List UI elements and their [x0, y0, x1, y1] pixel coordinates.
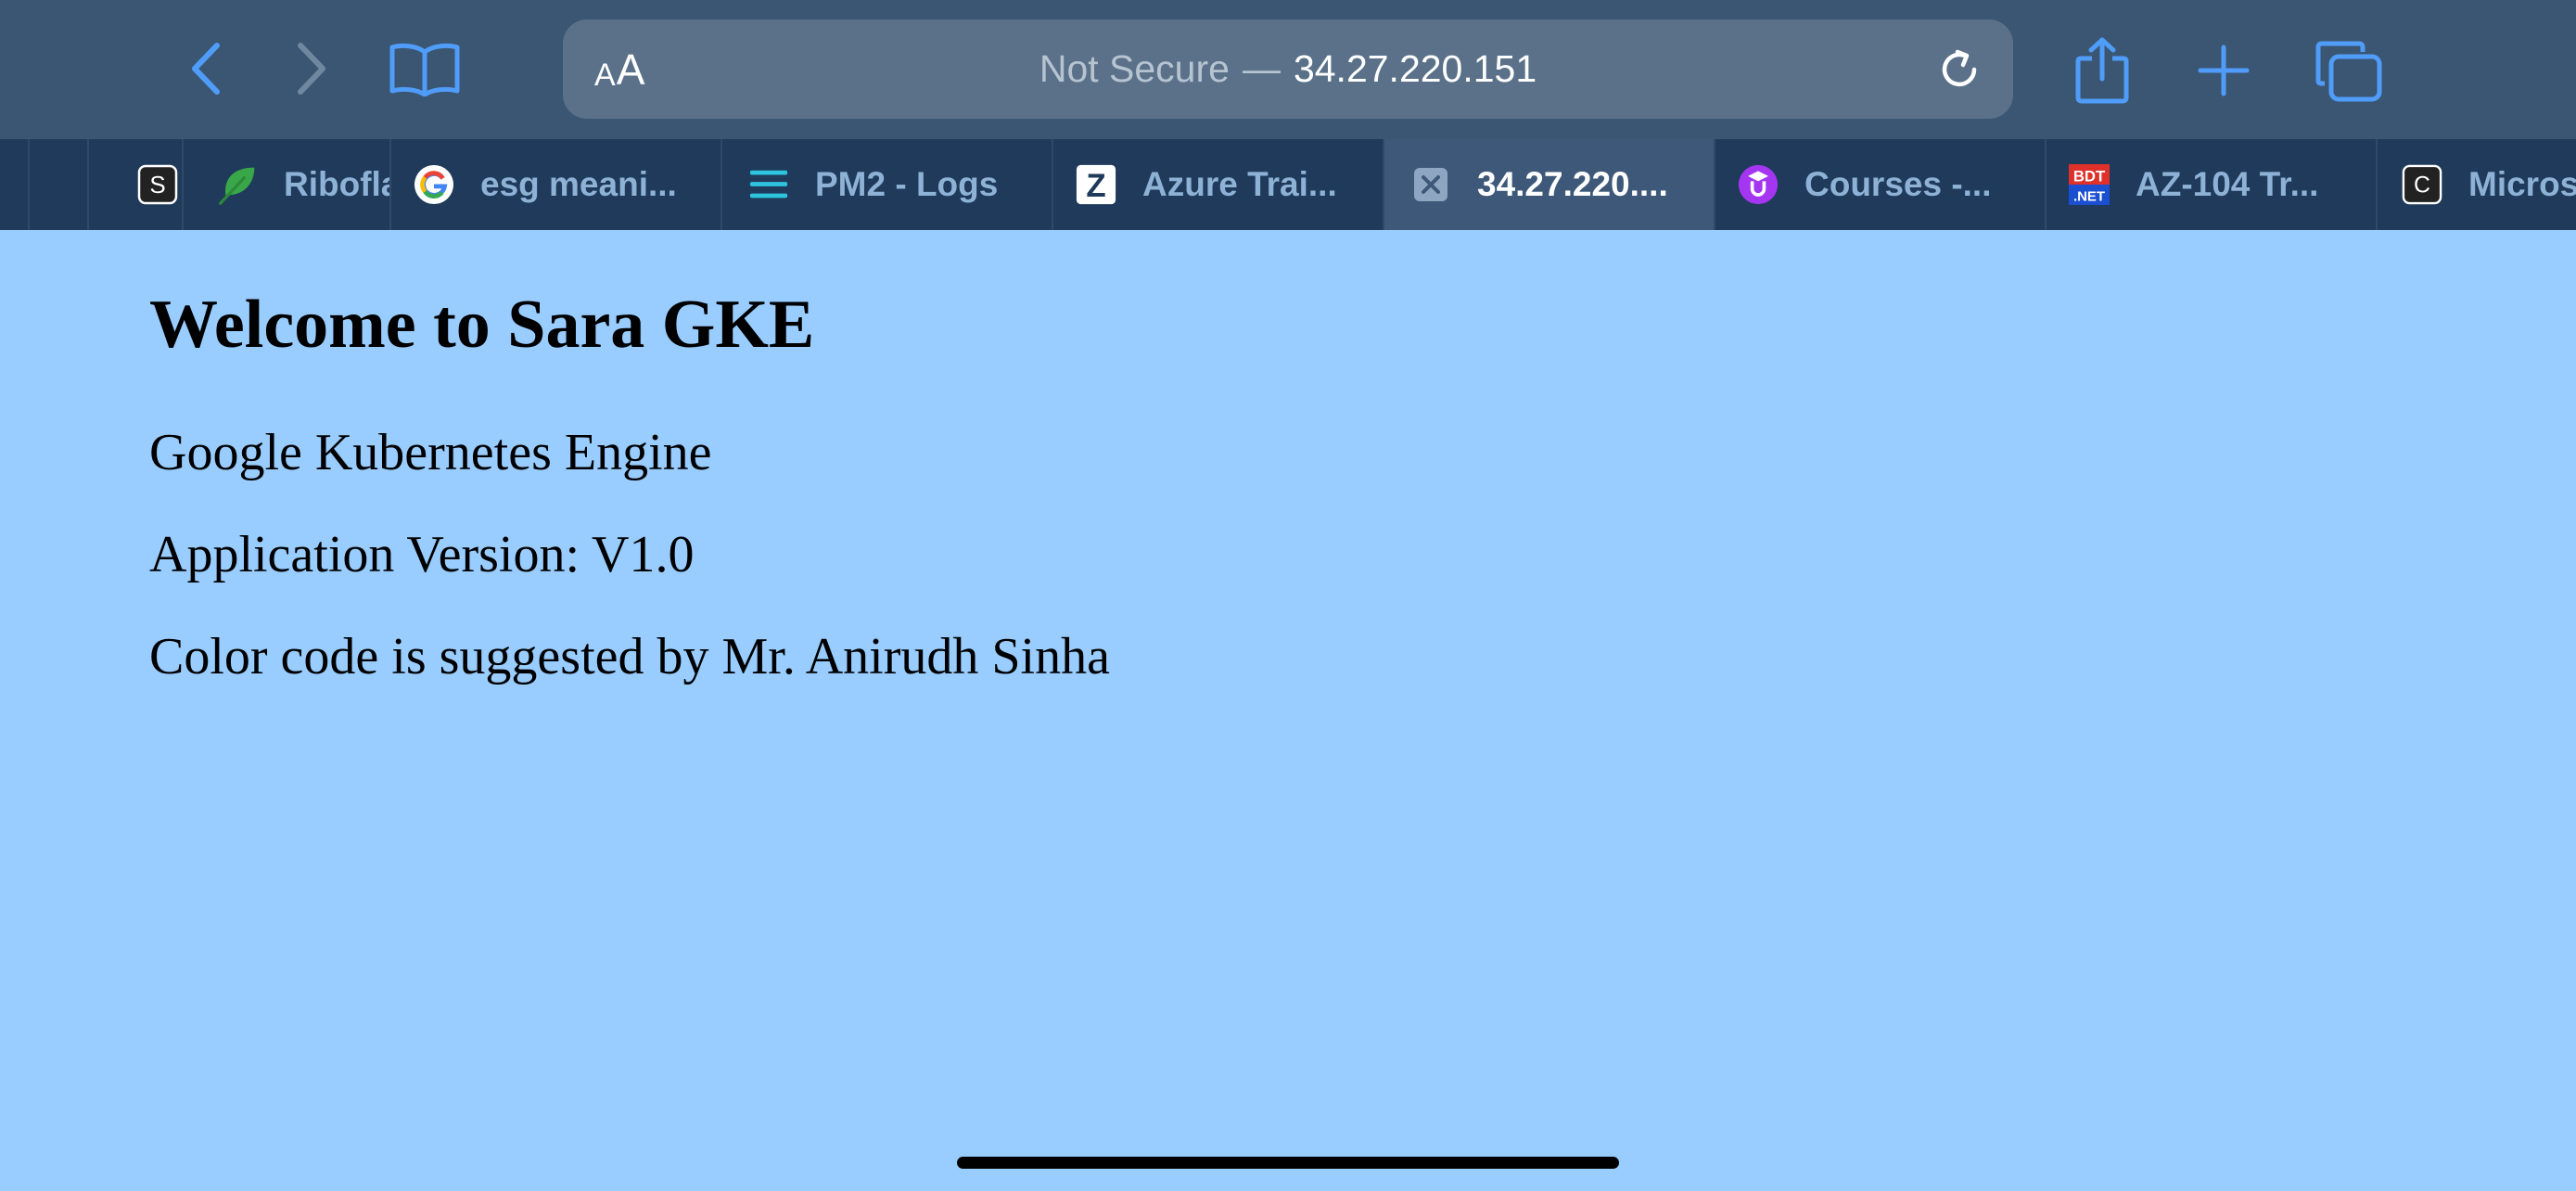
lines-icon: [748, 164, 789, 205]
tab-az-104[interactable]: BDT .NET AZ-104 Tr...: [2045, 139, 2376, 230]
tab-label: AZ-104 Tr...: [2136, 165, 2319, 203]
c-square-icon: C: [2402, 164, 2442, 205]
security-label: Not Secure: [1039, 47, 1230, 90]
tab-azure-training[interactable]: Z Azure Trai...: [1052, 139, 1383, 230]
tab-pinned-blank[interactable]: [28, 139, 87, 230]
tab-pm2-logs[interactable]: PM2 - Logs: [721, 139, 1052, 230]
url-separator: —: [1242, 47, 1281, 90]
s-square-icon: S: [137, 164, 178, 205]
new-tab-button[interactable]: [2194, 41, 2253, 100]
tab-s-icon-letter: S: [149, 171, 165, 198]
page-content: Welcome to Sara GKE Google Kubernetes En…: [0, 230, 2576, 1191]
share-icon: [2075, 37, 2129, 104]
browser-toolbar: A A Not Secure — 34.27.220.151: [0, 0, 2576, 139]
home-indicator[interactable]: [957, 1157, 1619, 1169]
tab-z-icon-letter: Z: [1086, 168, 1105, 204]
chevron-right-icon: [298, 43, 325, 95]
tab-label: 34.27.220....: [1477, 165, 1668, 203]
tab-c-icon-letter: C: [2414, 173, 2430, 198]
tab-esg[interactable]: esg meani...: [389, 139, 721, 230]
chevron-left-icon: [192, 43, 220, 95]
bdt-bottom-text: .NET: [2073, 189, 2105, 205]
google-icon: [414, 164, 454, 205]
tab-active-34-27-220[interactable]: 34.27.220....: [1383, 139, 1714, 230]
color-credit-text: Color code is suggested by Mr. Anirudh S…: [149, 628, 1110, 685]
tab-label: Azure Trai...: [1142, 165, 1337, 203]
back-button[interactable]: [182, 41, 230, 96]
forward-button[interactable]: [287, 41, 336, 96]
tabs-overview-button[interactable]: [2315, 39, 2383, 104]
tab-label: PM2 - Logs: [815, 165, 999, 203]
url-host: 34.27.220.151: [1293, 47, 1537, 90]
bdt-net-icon: BDT .NET: [2069, 164, 2110, 205]
page-heading: Welcome to Sara GKE: [149, 287, 815, 363]
bookmarks-button[interactable]: [388, 39, 462, 98]
tab-microsoft[interactable]: C Micros: [2376, 139, 2576, 230]
udemy-icon: [1738, 164, 1779, 205]
tab-s[interactable]: S: [87, 139, 182, 230]
version-text: Application Version: V1.0: [149, 526, 695, 583]
tab-label: esg meani...: [480, 165, 677, 203]
book-icon: [389, 43, 460, 96]
close-icon[interactable]: [1410, 164, 1451, 205]
tab-label: Ribofla: [284, 165, 389, 203]
tab-ribofla[interactable]: Ribofla: [182, 139, 389, 230]
reload-button[interactable]: [1937, 47, 1982, 92]
reload-icon: [1942, 49, 1977, 87]
share-button[interactable]: [2070, 35, 2135, 106]
plus-icon: [2198, 45, 2250, 96]
tab-label: Courses -...: [1804, 165, 1992, 203]
leaf-icon: [217, 164, 258, 205]
bdt-top-text: BDT: [2073, 167, 2106, 185]
tab-bar: S Ribofla esg meani... PM2 - Logs Z Azur…: [0, 139, 2576, 230]
tab-courses[interactable]: Courses -...: [1714, 139, 2045, 230]
url-display[interactable]: Not Secure — 34.27.220.151: [563, 19, 2013, 119]
tab-label: Micros: [2468, 165, 2576, 203]
address-bar[interactable]: A A Not Secure — 34.27.220.151: [563, 19, 2013, 119]
engine-text: Google Kubernetes Engine: [149, 424, 712, 481]
tabs-icon: [2315, 41, 2382, 102]
z-square-icon: Z: [1076, 164, 1116, 205]
